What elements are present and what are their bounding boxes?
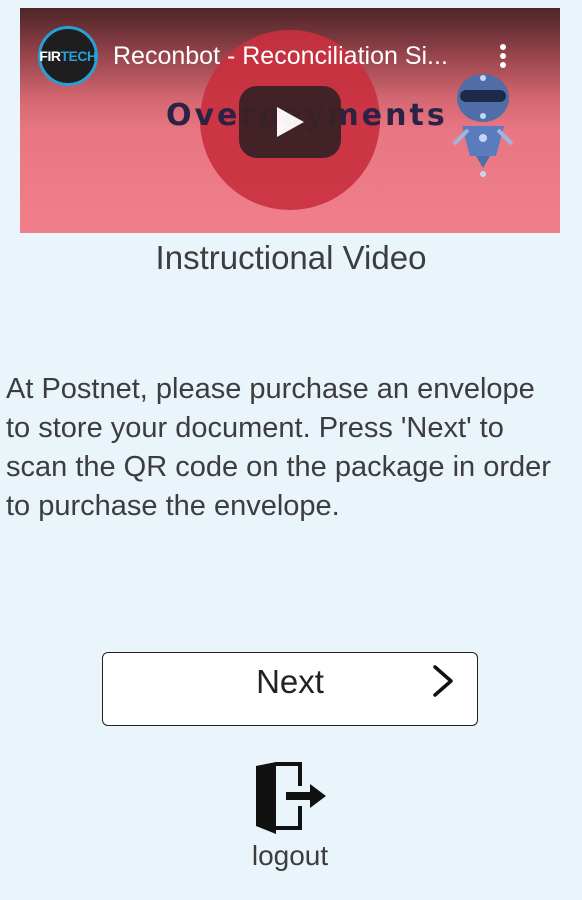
play-button[interactable] <box>239 86 341 158</box>
logout-label: logout <box>251 840 329 871</box>
channel-logo-text-b: TECH <box>60 48 97 64</box>
robot-mascot-icon <box>452 74 514 177</box>
next-button-label: Next <box>256 663 324 700</box>
logout-button[interactable]: logout <box>240 760 340 880</box>
chevron-right-icon <box>433 665 453 697</box>
instructions-text: At Postnet, please purchase an envelope … <box>6 373 551 522</box>
next-button[interactable]: Next <box>102 652 478 726</box>
channel-logo[interactable]: FIRTECH <box>38 26 98 86</box>
video-player[interactable]: Overpayments FIRTECH Reconbot - Reconcil… <box>20 8 560 233</box>
video-title[interactable]: Reconbot - Reconciliation Si... <box>113 42 448 71</box>
logout-door-icon <box>256 762 326 834</box>
video-caption: Instructional Video <box>155 239 427 276</box>
channel-logo-text-a: FIR <box>39 48 61 64</box>
kebab-menu-icon[interactable] <box>498 44 508 72</box>
play-icon <box>277 107 304 137</box>
